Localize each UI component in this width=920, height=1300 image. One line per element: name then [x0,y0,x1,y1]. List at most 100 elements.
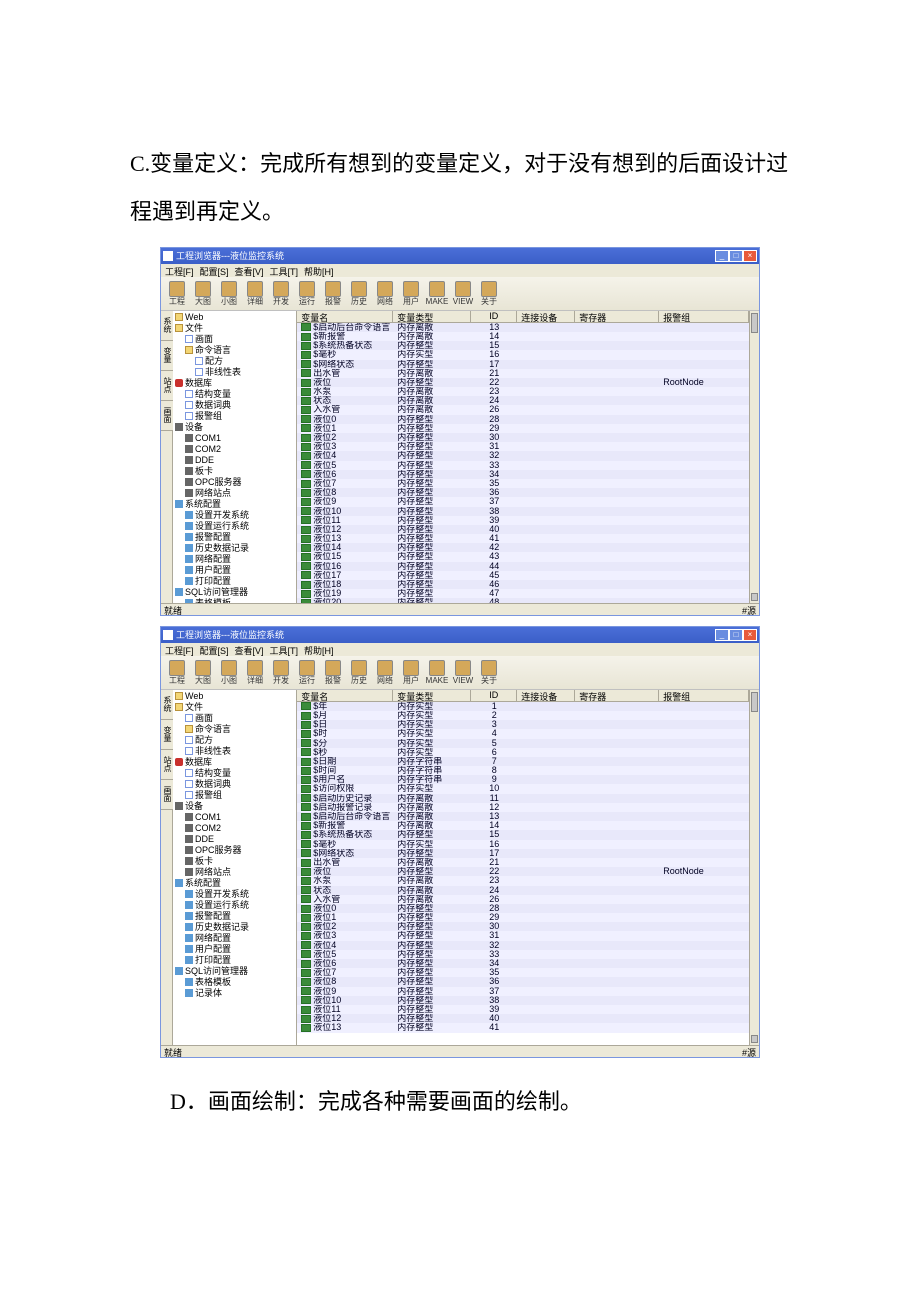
table-row[interactable]: 液位内存整型22RootNode [297,378,749,387]
side-tabs[interactable]: 系统变量站点画面 [161,690,173,1045]
side-tabs[interactable]: 系统变量站点画面 [161,311,173,603]
table-row[interactable]: $系统热备状态内存整型15 [297,341,749,350]
table-row[interactable]: $访问权限内存实型10 [297,784,749,793]
toolbar-button[interactable]: 开发 [269,281,293,306]
tree-item[interactable]: 数据库 [175,757,296,768]
tree-item[interactable]: 网络站点 [175,488,296,499]
tree-item[interactable]: Web [175,312,296,323]
table-row[interactable]: 液位3内存整型31 [297,931,749,940]
toolbar-button[interactable]: MAKE [425,660,449,685]
table-row[interactable]: 液位0内存整型28 [297,904,749,913]
close-button[interactable]: × [743,250,757,262]
side-tab[interactable]: 系统 [161,690,173,720]
toolbar-button[interactable]: 工程 [165,660,189,685]
tree-item[interactable]: 网络站点 [175,867,296,878]
toolbar-button[interactable]: 历史 [347,660,371,685]
toolbar-button[interactable]: 详细 [243,660,267,685]
tree-item[interactable]: 板卡 [175,856,296,867]
tree-item[interactable]: 设备 [175,422,296,433]
column-header[interactable]: 变量名 [297,690,393,701]
column-header[interactable]: ID [471,311,517,322]
table-row[interactable]: $月内存实型2 [297,711,749,720]
table-row[interactable]: $毫秒内存实型16 [297,840,749,849]
table-row[interactable]: 液位20内存整型48 [297,598,749,602]
menu-item[interactable]: 帮助[H] [304,265,334,276]
toolbar-button[interactable]: 用户 [399,660,423,685]
table-row[interactable]: $时内存实型4 [297,729,749,738]
toolbar-button[interactable]: 工程 [165,281,189,306]
toolbar-button[interactable]: 开发 [269,660,293,685]
tree-item[interactable]: 历史数据记录 [175,543,296,554]
table-row[interactable]: 液位18内存整型46 [297,580,749,589]
toolbar-button[interactable]: 关于 [477,660,501,685]
tree-item[interactable]: 配方 [175,735,296,746]
table-row[interactable]: 液位1内存整型29 [297,424,749,433]
table-row[interactable]: 状态内存离散24 [297,886,749,895]
table-row[interactable]: $用户名内存字符串9 [297,775,749,784]
toolbar-button[interactable]: 报警 [321,660,345,685]
column-header[interactable]: 报警组 [659,690,749,701]
scrollbar[interactable] [749,311,759,603]
menu-item[interactable]: 配置[S] [200,265,229,276]
min-button[interactable]: _ [715,629,729,641]
menu-item[interactable]: 查看[V] [235,644,264,655]
tree-item[interactable]: SQL访问管理器 [175,966,296,977]
table-row[interactable]: 液位9内存整型37 [297,987,749,996]
toolbar-button[interactable]: 大图 [191,660,215,685]
tree-item[interactable]: 用户配置 [175,944,296,955]
tree-item[interactable]: 文件 [175,323,296,334]
scrollbar[interactable] [749,690,759,1045]
toolbar-button[interactable]: 小图 [217,281,241,306]
tree-item[interactable]: 网络配置 [175,554,296,565]
tree-panel[interactable]: Web文件画面命令语言配方非线性表数据库结构变量数据词典报警组设备COM1COM… [173,311,297,603]
tree-item[interactable]: 报警配置 [175,532,296,543]
tree-item[interactable]: 设置运行系统 [175,900,296,911]
table-row[interactable]: $分内存实型5 [297,739,749,748]
column-header[interactable]: 连接设备 [517,690,575,701]
tree-item[interactable]: OPC服务器 [175,845,296,856]
toolbar-button[interactable]: 网络 [373,281,397,306]
tree-item[interactable]: 系统配置 [175,499,296,510]
tree-item[interactable]: 报警组 [175,790,296,801]
tree-item[interactable]: 画面 [175,713,296,724]
table-row[interactable]: $系统热备状态内存整型15 [297,830,749,839]
side-tab[interactable]: 变量 [161,720,173,750]
table-row[interactable]: 液位8内存整型36 [297,488,749,497]
table-row[interactable]: 水泵内存离散23 [297,387,749,396]
table-row[interactable]: 液位13内存整型41 [297,534,749,543]
menu-item[interactable]: 工具[T] [270,644,299,655]
tree-item[interactable]: 打印配置 [175,955,296,966]
side-tab[interactable]: 画面 [161,780,173,810]
table-row[interactable]: 液位7内存整型35 [297,479,749,488]
tree-item[interactable]: 非线性表 [175,367,296,378]
table-row[interactable]: 液位11内存整型39 [297,516,749,525]
toolbar-button[interactable]: 运行 [295,281,319,306]
menu-item[interactable]: 查看[V] [235,265,264,276]
tree-item[interactable]: 报警配置 [175,911,296,922]
toolbar-button[interactable]: 详细 [243,281,267,306]
tree-item[interactable]: 配方 [175,356,296,367]
column-header[interactable]: 连接设备 [517,311,575,322]
toolbar-button[interactable]: 运行 [295,660,319,685]
tree-item[interactable]: SQL访问管理器 [175,587,296,598]
tree-item[interactable]: 命令语言 [175,724,296,735]
tree-item[interactable]: 表格模板 [175,977,296,988]
max-button[interactable]: □ [729,629,743,641]
column-header[interactable]: 变量名 [297,311,393,322]
tree-item[interactable]: 设置运行系统 [175,521,296,532]
tree-item[interactable]: 数据库 [175,378,296,389]
table-row[interactable]: $毫秒内存实型16 [297,350,749,359]
menu-item[interactable]: 配置[S] [200,644,229,655]
menu-item[interactable]: 工程[F] [165,265,194,276]
table-row[interactable]: 液位14内存整型42 [297,543,749,552]
table-row[interactable]: $新报警内存离散14 [297,332,749,341]
data-rows[interactable]: $启动后台命令语言内存离散13$新报警内存离散14$系统热备状态内存整型15$毫… [297,323,749,603]
table-row[interactable]: $日期内存字符串7 [297,757,749,766]
tree-item[interactable]: COM1 [175,433,296,444]
menu-item[interactable]: 工具[T] [270,265,299,276]
table-row[interactable]: 液位9内存整型37 [297,497,749,506]
column-header[interactable]: 变量类型 [393,690,471,701]
table-row[interactable]: $启动后台命令语言内存离散13 [297,323,749,332]
tree-item[interactable]: 记录体 [175,988,296,999]
toolbar-button[interactable]: VIEW [451,660,475,685]
